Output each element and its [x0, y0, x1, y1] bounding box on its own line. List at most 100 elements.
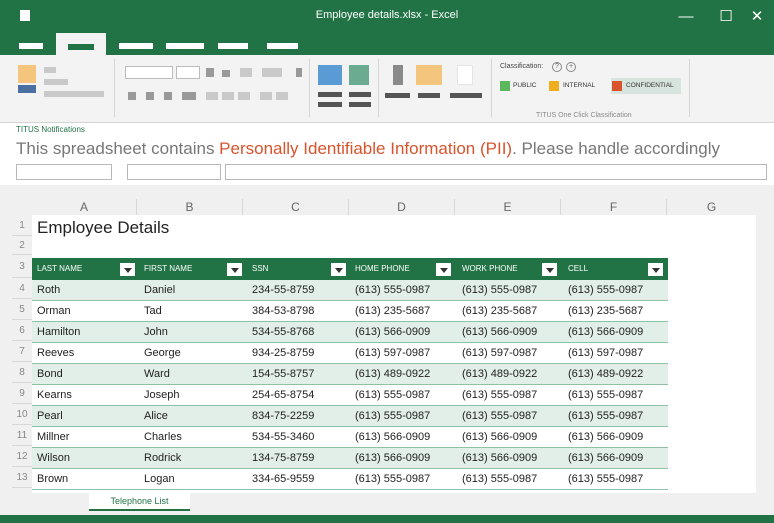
cell-first-name[interactable]: Rodrick	[139, 448, 243, 469]
ribbon-tab-home[interactable]	[56, 33, 106, 55]
filter-dropdown-icon[interactable]	[436, 263, 451, 276]
classification-confidential[interactable]: CONFIDENTIAL	[626, 82, 674, 89]
italic-icon[interactable]	[146, 92, 154, 100]
classification-internal[interactable]: INTERNAL	[563, 82, 595, 89]
cell-ssn[interactable]: 234-55-8759	[247, 280, 351, 301]
styles-icon[interactable]	[349, 92, 371, 97]
classification-help-icon[interactable]: ?	[552, 62, 562, 72]
cell-mobile[interactable]: (613) 566-0909	[563, 322, 667, 343]
cell-mobile[interactable]: (613) 489-0922	[563, 364, 667, 385]
cell-work-phone[interactable]: (613) 555-0987	[457, 280, 561, 301]
font-name-select[interactable]	[125, 66, 173, 79]
insert-cells-icon[interactable]	[393, 65, 403, 85]
column-header-d[interactable]: D	[349, 199, 455, 215]
merge-icon[interactable]	[276, 92, 288, 100]
column-header-b[interactable]: B	[137, 199, 243, 215]
align-left-icon[interactable]	[206, 92, 218, 100]
delete-cells-icon[interactable]	[416, 65, 442, 85]
cell-last-name[interactable]: Pearl	[32, 406, 136, 427]
cell-mobile[interactable]: (613) 555-0987	[563, 406, 667, 427]
format-painter-icon[interactable]	[44, 91, 104, 97]
cell-last-name[interactable]: Orman	[32, 301, 136, 322]
cell-mobile[interactable]: (613) 235-5687	[563, 301, 667, 322]
cell-last-name[interactable]: Wilson	[32, 448, 136, 469]
filter-dropdown-icon[interactable]	[120, 263, 135, 276]
cell-last-name[interactable]: Hamilton	[32, 322, 136, 343]
cell-ssn[interactable]: 254-65-8754	[247, 385, 351, 406]
sheet-title[interactable]: Employee Details	[37, 218, 169, 238]
underline-icon[interactable]	[164, 92, 172, 100]
find-icon[interactable]	[450, 93, 482, 98]
cell-home-phone[interactable]: (613) 555-0987	[350, 385, 454, 406]
ribbon-tab-insert[interactable]	[119, 43, 153, 49]
cell-home-phone[interactable]: (613) 597-0987	[350, 343, 454, 364]
cell-home-phone[interactable]: (613) 555-0987	[350, 280, 454, 301]
sort-icon[interactable]	[418, 93, 440, 98]
column-header-f[interactable]: F	[561, 199, 667, 215]
row-header[interactable]: 10	[12, 404, 32, 425]
wrap-text-icon[interactable]	[260, 92, 272, 100]
indent-icon[interactable]	[296, 68, 302, 77]
confidential-swatch-icon[interactable]	[612, 81, 622, 91]
cell-ssn[interactable]: 834-75-2259	[247, 406, 351, 427]
filter-dropdown-icon[interactable]	[227, 263, 242, 276]
row-header[interactable]: 5	[12, 299, 32, 320]
cell-first-name[interactable]: Ward	[139, 364, 243, 385]
row-header[interactable]: 13	[12, 467, 32, 488]
cell-work-phone[interactable]: (613) 555-0987	[457, 385, 561, 406]
cell-last-name[interactable]: Kearns	[32, 385, 136, 406]
column-header-g[interactable]: G	[667, 199, 756, 215]
cell-last-name[interactable]: Bond	[32, 364, 136, 385]
cell-first-name[interactable]: Joseph	[139, 385, 243, 406]
row-header[interactable]: 12	[12, 446, 32, 467]
cell-first-name[interactable]: John	[139, 322, 243, 343]
cell-first-name[interactable]: Logan	[139, 469, 243, 490]
row-header[interactable]: 2	[12, 236, 32, 255]
cell-mobile[interactable]: (613) 597-0987	[563, 343, 667, 364]
ribbon-tab-file[interactable]	[19, 43, 43, 49]
cell-ssn[interactable]: 534-55-8768	[247, 322, 351, 343]
cell-first-name[interactable]: Charles	[139, 427, 243, 448]
cell-home-phone[interactable]: (613) 566-0909	[350, 448, 454, 469]
row-header[interactable]: 11	[12, 425, 32, 446]
row-header[interactable]: 9	[12, 383, 32, 404]
cell-mobile[interactable]: (613) 555-0987	[563, 469, 667, 490]
cell-mobile[interactable]: (613) 555-0987	[563, 385, 667, 406]
conditional-format-icon[interactable]	[318, 65, 342, 85]
column-header-e[interactable]: E	[455, 199, 561, 215]
cell-home-phone[interactable]: (613) 555-0987	[350, 469, 454, 490]
grow-font-icon[interactable]	[206, 68, 214, 77]
name-box[interactable]	[16, 164, 112, 180]
row-header[interactable]: 6	[12, 320, 32, 341]
format-table-icon[interactable]	[349, 65, 369, 85]
cell-work-phone[interactable]: (613) 566-0909	[457, 322, 561, 343]
cell-mobile[interactable]: (613) 555-0987	[563, 280, 667, 301]
ribbon-tab-formulas[interactable]	[218, 43, 248, 49]
classification-public[interactable]: PUBLIC	[513, 82, 536, 89]
cut-icon[interactable]	[44, 67, 56, 73]
cell-ssn[interactable]: 154-55-8757	[247, 364, 351, 385]
formula-function-box[interactable]	[127, 164, 221, 180]
strikethrough-icon[interactable]	[182, 92, 196, 100]
select-all-corner[interactable]	[12, 199, 32, 215]
cell-work-phone[interactable]: (613) 566-0909	[457, 448, 561, 469]
cell-first-name[interactable]: Tad	[139, 301, 243, 322]
row-header[interactable]: 3	[12, 255, 32, 278]
bold-icon[interactable]	[128, 92, 136, 100]
cell-ssn[interactable]: 334-65-9559	[247, 469, 351, 490]
format-cells-icon[interactable]	[457, 65, 473, 85]
cell-mobile[interactable]: (613) 566-0909	[563, 427, 667, 448]
row-header[interactable]: 1	[12, 215, 32, 236]
cell-work-phone[interactable]: (613) 555-0987	[457, 406, 561, 427]
copy-icon[interactable]	[44, 79, 68, 85]
cell-work-phone[interactable]: (613) 489-0922	[457, 364, 561, 385]
filter-dropdown-icon[interactable]	[648, 263, 663, 276]
cell-ssn[interactable]: 534-55-3460	[247, 427, 351, 448]
minimize-button[interactable]: —	[671, 4, 701, 30]
maximize-button[interactable]: ☐	[711, 4, 741, 30]
row-header[interactable]: 4	[12, 278, 32, 299]
cell-mobile[interactable]: (613) 566-0909	[563, 448, 667, 469]
cell-last-name[interactable]: Roth	[32, 280, 136, 301]
cell-home-phone[interactable]: (613) 555-0987	[350, 406, 454, 427]
column-header-a[interactable]: A	[32, 199, 137, 215]
